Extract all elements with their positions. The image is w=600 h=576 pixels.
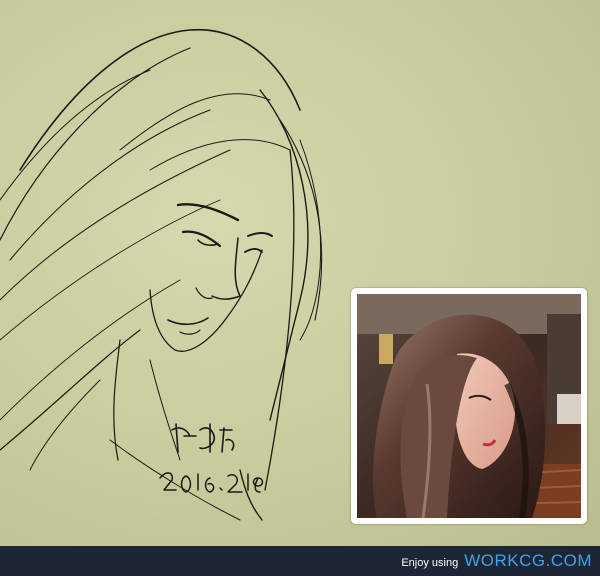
reference-photo-frame	[351, 288, 587, 524]
enjoy-label: Enjoy using	[401, 557, 459, 569]
footer-credit: Enjoy using WORKCG.COM	[401, 551, 592, 571]
reference-photo	[357, 294, 581, 518]
artwork-canvas	[0, 0, 600, 546]
brand-link[interactable]: WORKCG.COM	[464, 551, 592, 571]
footer-bar: Enjoy using WORKCG.COM	[0, 546, 600, 576]
portrait-photo-image	[357, 294, 581, 518]
